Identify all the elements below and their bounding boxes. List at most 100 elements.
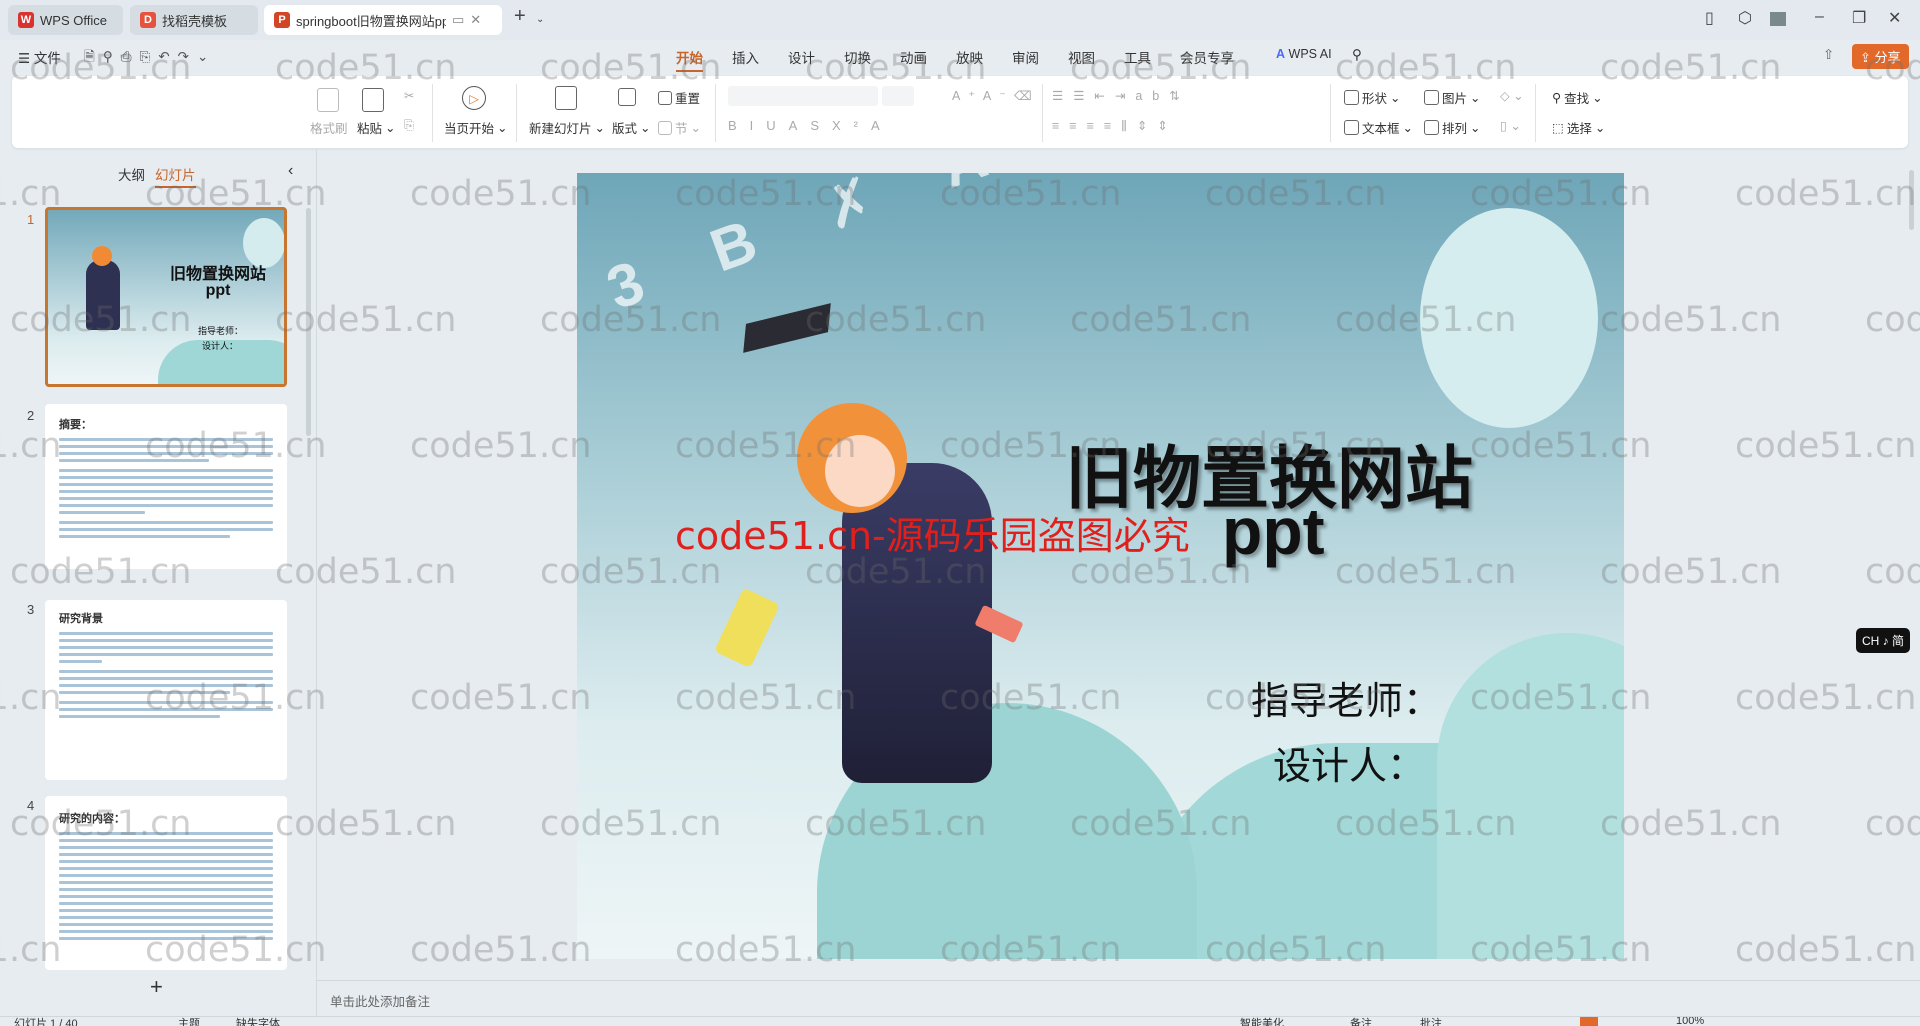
find-button[interactable]: ⚲ 查找 ⌄ xyxy=(1552,88,1603,107)
outline-icon[interactable]: ▯ ⌄ xyxy=(1500,118,1521,133)
font-format-buttons[interactable]: BIUASX²A xyxy=(728,118,893,133)
textbox-button[interactable]: 文本框 ⌄ xyxy=(1344,118,1413,137)
slide-thumbnail-2[interactable]: 摘要： xyxy=(45,404,287,569)
watermark-text: code51.cn xyxy=(1600,300,1782,340)
ime-indicator[interactable]: CH ♪ 简 xyxy=(1856,628,1911,653)
close-window-icon[interactable]: ✕ xyxy=(1888,8,1901,28)
paste-button[interactable]: 粘贴 ⌄ xyxy=(357,118,396,137)
new-tab-icon[interactable]: + xyxy=(514,5,526,28)
designer-label[interactable]: 设计人： xyxy=(1273,735,1425,790)
tab-view[interactable]: 视图 xyxy=(1068,47,1095,67)
add-slide-button[interactable]: + xyxy=(150,974,163,1000)
copy-icon[interactable]: ⎘ xyxy=(404,118,414,133)
wps-ai-label: WPS AI xyxy=(1288,47,1332,61)
cut-icon[interactable]: ✂ xyxy=(404,88,414,103)
notes-pane[interactable]: 单击此处添加备注 xyxy=(316,980,1920,1016)
textbox-label: 文本框 xyxy=(1362,122,1400,136)
arrange-button[interactable]: 排列 ⌄ xyxy=(1424,118,1481,137)
theme-label[interactable]: 主题 xyxy=(178,1017,200,1026)
cloud-upload-icon[interactable]: ⇧ xyxy=(1823,47,1834,63)
tab-wps-office[interactable]: W WPS Office xyxy=(8,5,123,35)
tab-docer-templates[interactable]: D 找稻壳模板 xyxy=(130,5,258,35)
tab-slideshow[interactable]: 放映 xyxy=(956,47,983,67)
cloud-decoration xyxy=(1437,633,1624,959)
wps-ai-button[interactable]: A WPS AI xyxy=(1276,47,1332,61)
reset-button[interactable]: 重置 xyxy=(658,88,700,107)
beautify-button[interactable]: 智能美化 xyxy=(1240,1017,1284,1026)
tab-animation[interactable]: 动画 xyxy=(900,47,927,67)
play-from-current-button[interactable]: 当页开始 ⌄ xyxy=(444,118,508,137)
watermark-text: code51.cn xyxy=(1865,300,1920,340)
quick-access-toolbar[interactable]: 🗎⚲⎙⎘↶↷⌄ xyxy=(84,47,216,70)
slide-number: 3 xyxy=(27,602,35,617)
watermark-text: code51.cn xyxy=(1735,426,1917,466)
divider xyxy=(1330,84,1331,142)
paragraph-buttons-bottom[interactable]: ≡≡≡≡⫼⇕⇕ xyxy=(1052,118,1178,134)
girl-illustration xyxy=(86,260,120,330)
tab-outline[interactable]: 大纲 xyxy=(118,164,145,184)
tab-slides[interactable]: 幻灯片 xyxy=(155,164,196,188)
format-painter-icon[interactable] xyxy=(317,88,339,112)
format-painter-button[interactable]: 格式刷 xyxy=(310,118,348,137)
tab-tools[interactable]: 工具 xyxy=(1124,47,1151,67)
paste-label: 粘贴 xyxy=(357,122,383,136)
new-slide-button[interactable]: 新建幻灯片 ⌄ xyxy=(529,118,605,137)
avatar[interactable] xyxy=(1770,12,1786,26)
divider xyxy=(715,84,716,142)
tab-insert[interactable]: 插入 xyxy=(732,47,759,67)
tab-transition[interactable]: 切换 xyxy=(844,47,871,67)
divider xyxy=(432,84,433,142)
tab-review[interactable]: 审阅 xyxy=(1012,47,1039,67)
file-menu[interactable]: ☰ 文件 xyxy=(18,47,61,67)
slide-subtitle[interactable]: ppt xyxy=(1222,493,1325,569)
slideshow-button[interactable] xyxy=(1580,1017,1598,1026)
missing-font-button[interactable]: 缺失字体 xyxy=(236,1017,280,1026)
divider xyxy=(1042,84,1043,142)
notes-placeholder[interactable]: 单击此处添加备注 xyxy=(330,991,430,1010)
tab-home[interactable]: 开始 xyxy=(676,47,703,72)
monitor-icon[interactable]: ▭ xyxy=(452,12,464,28)
collapse-panel-icon[interactable]: ‹ xyxy=(288,162,293,180)
watermark-text: code51.cn xyxy=(1600,552,1782,592)
section-button[interactable]: 节 ⌄ xyxy=(658,118,701,137)
thumb-title: 旧物置换网站 xyxy=(169,264,266,283)
layout-icon[interactable]: ▯ xyxy=(1705,8,1714,28)
layout-icon[interactable] xyxy=(618,88,636,106)
teacher-label[interactable]: 指导老师： xyxy=(1251,670,1441,725)
play-icon[interactable]: ▷ xyxy=(462,86,486,110)
font-family-select[interactable] xyxy=(728,86,878,106)
fill-icon[interactable]: ◇ ⌄ xyxy=(1500,88,1524,103)
tab-member[interactable]: 会员专享 xyxy=(1180,47,1234,67)
picture-button[interactable]: 图片 ⌄ xyxy=(1424,88,1481,107)
restore-icon[interactable]: ❐ xyxy=(1852,8,1866,28)
tab-design[interactable]: 设计 xyxy=(788,47,815,67)
slide-canvas[interactable]: 3 B ✗ A 旧物置换网站 ppt 指导老师： 设计人： xyxy=(577,173,1624,959)
layout-button[interactable]: 版式 ⌄ xyxy=(612,118,651,137)
panel-scrollbar[interactable] xyxy=(306,208,311,436)
notes-toggle[interactable]: 备注 xyxy=(1350,1017,1372,1026)
share-button[interactable]: ⇪ 分享 xyxy=(1852,44,1909,69)
paste-icon[interactable] xyxy=(362,88,384,112)
minimize-icon[interactable]: – xyxy=(1815,8,1824,26)
watermark-text: code51.cn xyxy=(410,678,592,718)
canvas-scrollbar[interactable] xyxy=(1909,170,1914,230)
select-button[interactable]: ⬚ 选择 ⌄ xyxy=(1552,118,1605,137)
search-icon[interactable]: ⚲ xyxy=(1352,47,1362,63)
font-size-adjust-buttons[interactable]: A⁺A⁻⌫ xyxy=(952,88,1040,103)
chevron-down-icon[interactable]: ⌄ xyxy=(536,14,544,25)
new-slide-icon[interactable] xyxy=(555,86,577,110)
slide-thumbnail-4[interactable]: 研究的内容： xyxy=(45,796,287,970)
zoom-level: 100% xyxy=(1676,1016,1705,1026)
cube-icon[interactable]: ⬡ xyxy=(1738,8,1752,28)
panel-divider xyxy=(316,150,317,1016)
close-tab-icon[interactable]: ✕ xyxy=(470,12,481,28)
tab-current-ppt[interactable]: P springboot旧物置换网站pp ▭ ✕ xyxy=(264,5,502,35)
comments-toggle[interactable]: 批注 xyxy=(1420,1017,1442,1026)
red-watermark: code51.cn-源码乐园盗图必究 xyxy=(675,514,1190,558)
slide-thumbnail-3[interactable]: 研究背景 xyxy=(45,600,287,780)
paragraph-buttons-top[interactable]: ☰☰⇤⇥ab⇅ xyxy=(1052,88,1190,103)
font-size-select[interactable] xyxy=(882,86,914,106)
slide-thumbnail-1[interactable]: 旧物置换网站 ppt 指导老师： 设计人： xyxy=(45,207,287,387)
slide-number: 4 xyxy=(27,798,35,813)
shape-button[interactable]: 形状 ⌄ xyxy=(1344,88,1401,107)
